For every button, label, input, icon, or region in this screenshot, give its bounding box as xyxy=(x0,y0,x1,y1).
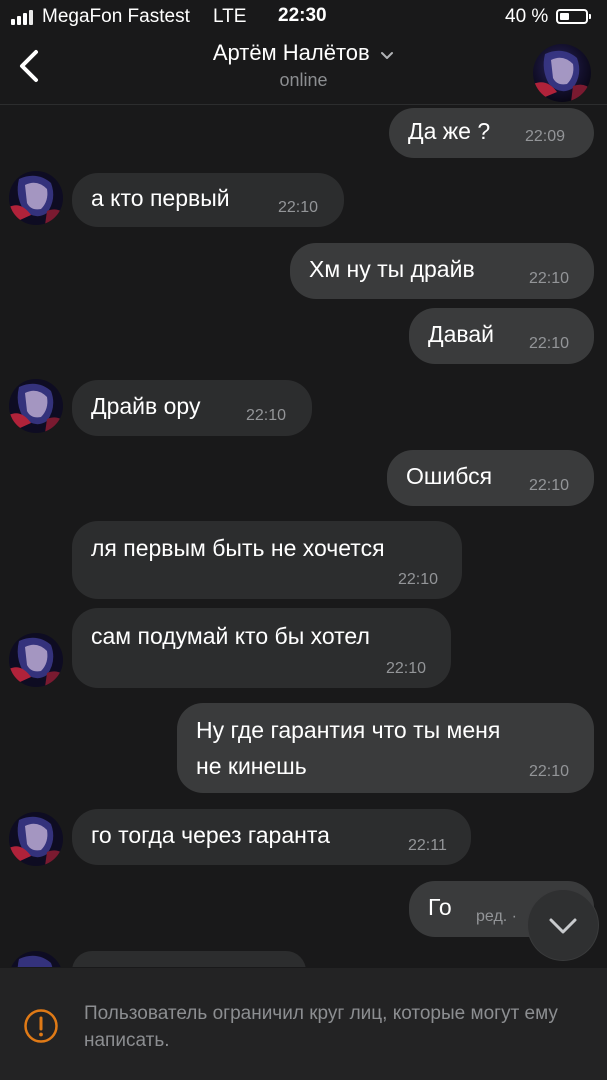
warning-icon xyxy=(24,1009,58,1043)
chevron-down-icon xyxy=(381,51,394,59)
message-bubble-incoming[interactable]: а кто первый 22:10 xyxy=(72,173,344,227)
message-bubble-incoming xyxy=(72,951,306,967)
message-text: Ошибся xyxy=(406,463,493,489)
battery-icon xyxy=(556,9,591,24)
avatar[interactable] xyxy=(9,812,63,866)
message-list[interactable]: Да же ? 22:09 а кто первый 22:10 Хм ну т… xyxy=(0,105,607,967)
message-edited-label: ред. · xyxy=(476,908,517,925)
message-time: 22:10 xyxy=(529,477,570,494)
message-time: 22:10 xyxy=(246,407,287,424)
message-text: а кто первый xyxy=(91,185,230,211)
message-bubble-incoming[interactable]: сам подумай кто бы хотел 22:10 xyxy=(72,608,451,688)
message-time: 22:10 xyxy=(529,763,570,780)
message-bubble-outgoing[interactable]: Да же ? 22:09 xyxy=(389,108,594,158)
notice-text: Пользователь ограничил круг лиц, которые… xyxy=(84,1003,558,1051)
chat-title[interactable]: Артём Налётов xyxy=(0,40,607,66)
contact-name: Артём Налётов xyxy=(212,40,370,65)
message-time: 22:11 xyxy=(408,837,447,854)
message-bubble-outgoing[interactable]: Давай 22:10 xyxy=(409,308,594,364)
scroll-down-button[interactable] xyxy=(528,890,598,960)
signal-icon xyxy=(11,10,33,25)
message-time: 22:10 xyxy=(529,270,570,287)
battery-percent: 40 % xyxy=(505,6,549,27)
message-bubble-outgoing[interactable]: Ну где гарантия что ты меня не кинешь 22… xyxy=(177,703,594,793)
message-text: сам подумай кто бы хотел xyxy=(91,623,370,649)
avatar[interactable] xyxy=(9,379,63,433)
avatar[interactable] xyxy=(9,633,63,687)
status-bar: MegaFon Fastest LTE 22:30 40 % xyxy=(0,0,607,34)
message-text: Го xyxy=(428,894,452,920)
message-text: Давай xyxy=(428,321,494,347)
message-time: 22:10 xyxy=(278,199,319,216)
avatar[interactable] xyxy=(9,171,63,225)
chevron-down-icon xyxy=(549,918,577,934)
message-time: 22:10 xyxy=(398,571,439,588)
status-time: 22:30 xyxy=(278,5,327,26)
message-bubble-incoming[interactable]: Драйв ору 22:10 xyxy=(72,380,312,436)
message-text: Драйв ору xyxy=(91,393,201,419)
avatar[interactable] xyxy=(533,44,591,102)
message-text: Хм ну ты драйв xyxy=(309,256,475,282)
message-time: 22:09 xyxy=(525,128,566,145)
message-time: 22:10 xyxy=(386,660,427,677)
contact-status: online xyxy=(279,70,328,90)
message-text-line-2: не кинешь xyxy=(196,753,307,779)
avatar xyxy=(9,951,63,967)
message-text: го тогда через гаранта xyxy=(91,822,330,848)
message-bubble-outgoing[interactable]: Ошибся 22:10 xyxy=(387,450,594,506)
message-time: 22:10 xyxy=(529,335,570,352)
message-bubble-outgoing[interactable]: Хм ну ты драйв 22:10 xyxy=(290,243,594,299)
message-bubble-incoming[interactable]: го тогда через гаранта 22:11 xyxy=(72,809,471,865)
message-bubble-incoming[interactable]: ля первым быть не хочется 22:10 xyxy=(72,521,462,599)
chat-header: Артём Налётов online xyxy=(0,34,607,105)
restriction-notice: Пользователь ограничил круг лиц, которые… xyxy=(0,968,607,1080)
message-text-line-1: Ну где гарантия что ты меня xyxy=(196,717,501,743)
message-text: Да же ? xyxy=(408,118,491,144)
carrier-name: MegaFon Fastest xyxy=(42,6,190,27)
message-text: ля первым быть не хочется xyxy=(91,535,385,561)
network-type: LTE xyxy=(213,6,247,27)
